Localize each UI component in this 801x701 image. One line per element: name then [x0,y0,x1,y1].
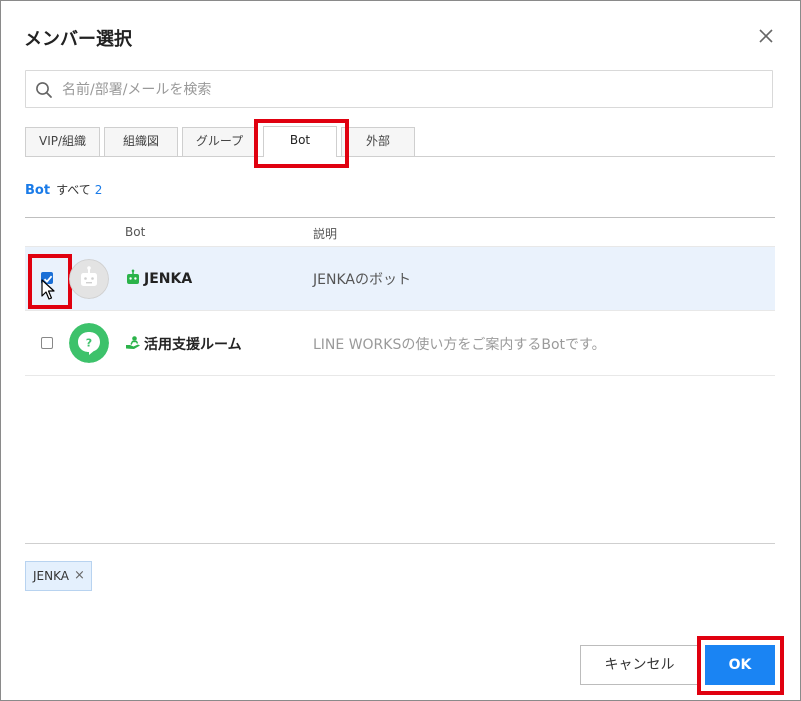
tab-vip-org[interactable]: VIP/組織 [25,127,100,156]
search-box [25,70,773,108]
member-select-dialog: メンバー選択 VIP/組織 組織図 グループ Bot 外部 Bot すべて2 Bo… [0,0,801,701]
bot-name-jenka: JENKA [125,269,192,287]
bot-badge-icon [127,269,139,284]
bot-name-text: JENKA [144,271,193,287]
list-count: Bot すべて 2 [25,181,102,198]
help-bubble-avatar-icon: ? [69,323,109,363]
tab-external[interactable]: 外部 [341,127,415,156]
all-label: すべて [56,183,91,197]
bot-name-text: 活用支援ルーム [144,337,242,353]
chip-label: JENKA [33,569,69,583]
tabs-divider [25,156,775,157]
table-top-border [25,217,775,218]
chip-remove-icon[interactable]: × [74,562,85,590]
tab-org-chart[interactable]: 組織図 [104,127,178,156]
count-badge: 2 [94,183,103,197]
bot-description: LINE WORKSの使い方をご案内するBotです。 [313,337,606,353]
column-header-bot: Bot [125,225,146,239]
category-label: Bot [25,183,51,198]
search-input[interactable] [60,76,764,104]
dialog-title: メンバー選択 [24,29,132,50]
row-checkbox-support-room[interactable] [41,337,53,349]
selection-divider [25,543,775,544]
tab-group[interactable]: グループ [182,127,257,156]
search-icon [36,82,52,98]
row-separator [25,375,775,376]
column-header-description: 説明 [313,227,338,241]
ok-button[interactable]: OK [705,645,775,685]
close-icon[interactable] [757,27,775,45]
bot-description: JENKAのボット [313,272,411,288]
tab-bot[interactable]: Bot [263,126,337,157]
helping-hand-icon [126,336,140,349]
cancel-button[interactable]: キャンセル [580,645,699,685]
svg-text:?: ? [86,337,92,350]
robot-avatar-icon [69,259,109,299]
mouse-cursor-icon [41,279,55,300]
selected-chip-jenka: JENKA × [25,561,92,591]
bot-name-support-room: 活用支援ルーム [125,334,242,354]
